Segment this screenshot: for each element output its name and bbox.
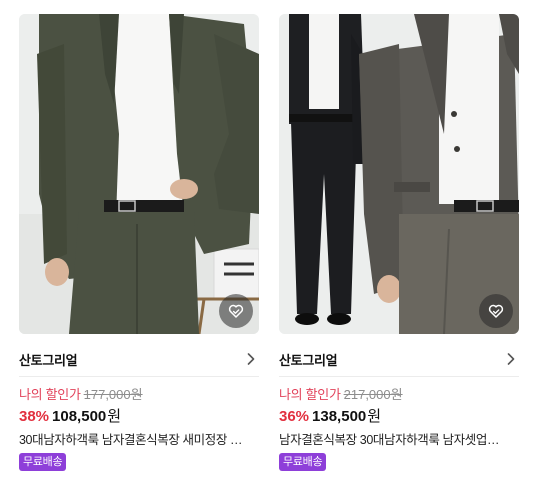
- original-price: 217,000원: [343, 387, 403, 402]
- wishlist-button[interactable]: [479, 294, 513, 328]
- free-shipping-badge: 무료배송: [19, 453, 67, 471]
- product-photo: [279, 14, 519, 334]
- product-card[interactable]: 산토그리얼 나의 할인가 217,000원 36% 138,500원 남자결혼식복장…: [279, 14, 519, 471]
- heart-check-icon: [488, 304, 504, 318]
- shop-name: 산토그리얼: [19, 352, 78, 368]
- discount-percent: 38%: [19, 408, 50, 425]
- shop-link[interactable]: 산토그리얼: [279, 342, 519, 377]
- sale-price-row: 38% 108,500원: [19, 408, 259, 426]
- sale-price: 108,500: [52, 408, 107, 425]
- my-price-label: 나의 할인가: [279, 387, 341, 402]
- currency-label: 원: [367, 408, 382, 425]
- heart-check-icon: [228, 304, 244, 318]
- product-card[interactable]: 산토그리얼 나의 할인가 177,000원 38% 108,500원 30대남자하객…: [19, 14, 259, 471]
- chevron-right-icon: [503, 351, 519, 367]
- my-price-label: 나의 할인가: [19, 387, 81, 402]
- sale-price-row: 36% 138,500원: [279, 408, 519, 426]
- product-title[interactable]: 남자결혼식복장 30대남자하객룩 남자셋업…: [279, 432, 517, 448]
- original-price: 177,000원: [83, 387, 143, 402]
- discount-price-row: 나의 할인가 217,000원: [279, 387, 519, 403]
- product-title[interactable]: 30대남자하객룩 남자결혼식복장 새미정장 …: [19, 432, 257, 448]
- product-image[interactable]: [19, 14, 259, 334]
- wishlist-button[interactable]: [219, 294, 253, 328]
- currency-label: 원: [107, 408, 122, 425]
- discount-price-row: 나의 할인가 177,000원: [19, 387, 259, 403]
- product-photo: [19, 14, 259, 334]
- discount-percent: 36%: [279, 408, 310, 425]
- free-shipping-badge: 무료배송: [279, 453, 327, 471]
- sale-price: 138,500: [312, 408, 367, 425]
- shop-link[interactable]: 산토그리얼: [19, 342, 259, 377]
- chevron-right-icon: [243, 351, 259, 367]
- shop-name: 산토그리얼: [279, 352, 338, 368]
- product-image[interactable]: [279, 14, 519, 334]
